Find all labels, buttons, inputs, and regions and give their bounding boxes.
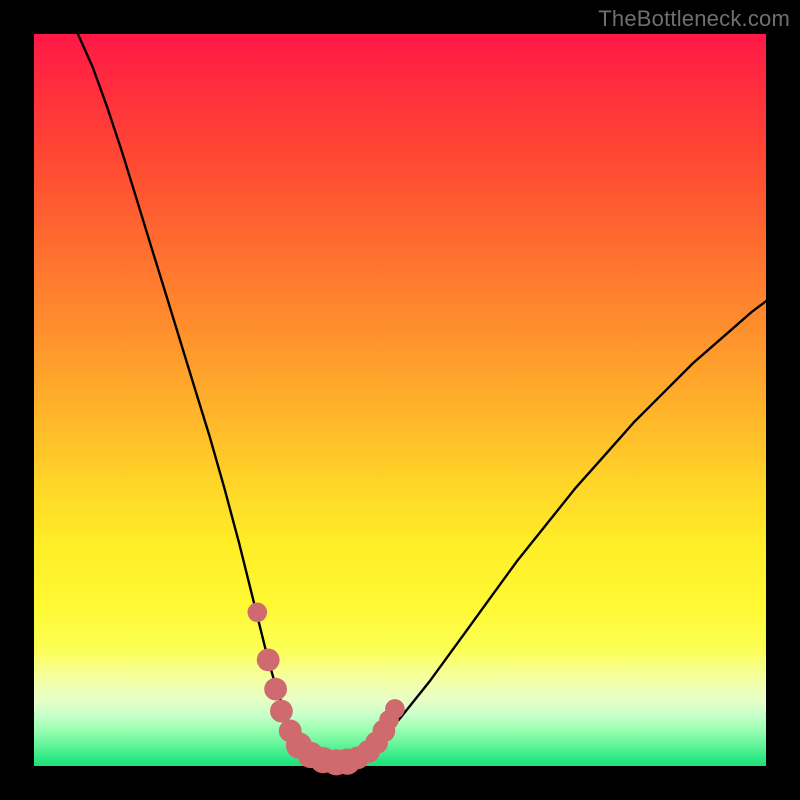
curve-marker xyxy=(248,603,268,623)
curve-marker xyxy=(385,699,405,719)
curve-marker xyxy=(264,678,287,701)
chart-frame: TheBottleneck.com xyxy=(0,0,800,800)
curve-marker xyxy=(257,649,280,672)
watermark-text: TheBottleneck.com xyxy=(598,6,790,32)
curve-line xyxy=(78,34,766,762)
plot-area xyxy=(34,34,766,766)
marker-group xyxy=(248,603,405,776)
bottleneck-curve xyxy=(34,34,766,766)
curve-marker xyxy=(270,700,293,723)
